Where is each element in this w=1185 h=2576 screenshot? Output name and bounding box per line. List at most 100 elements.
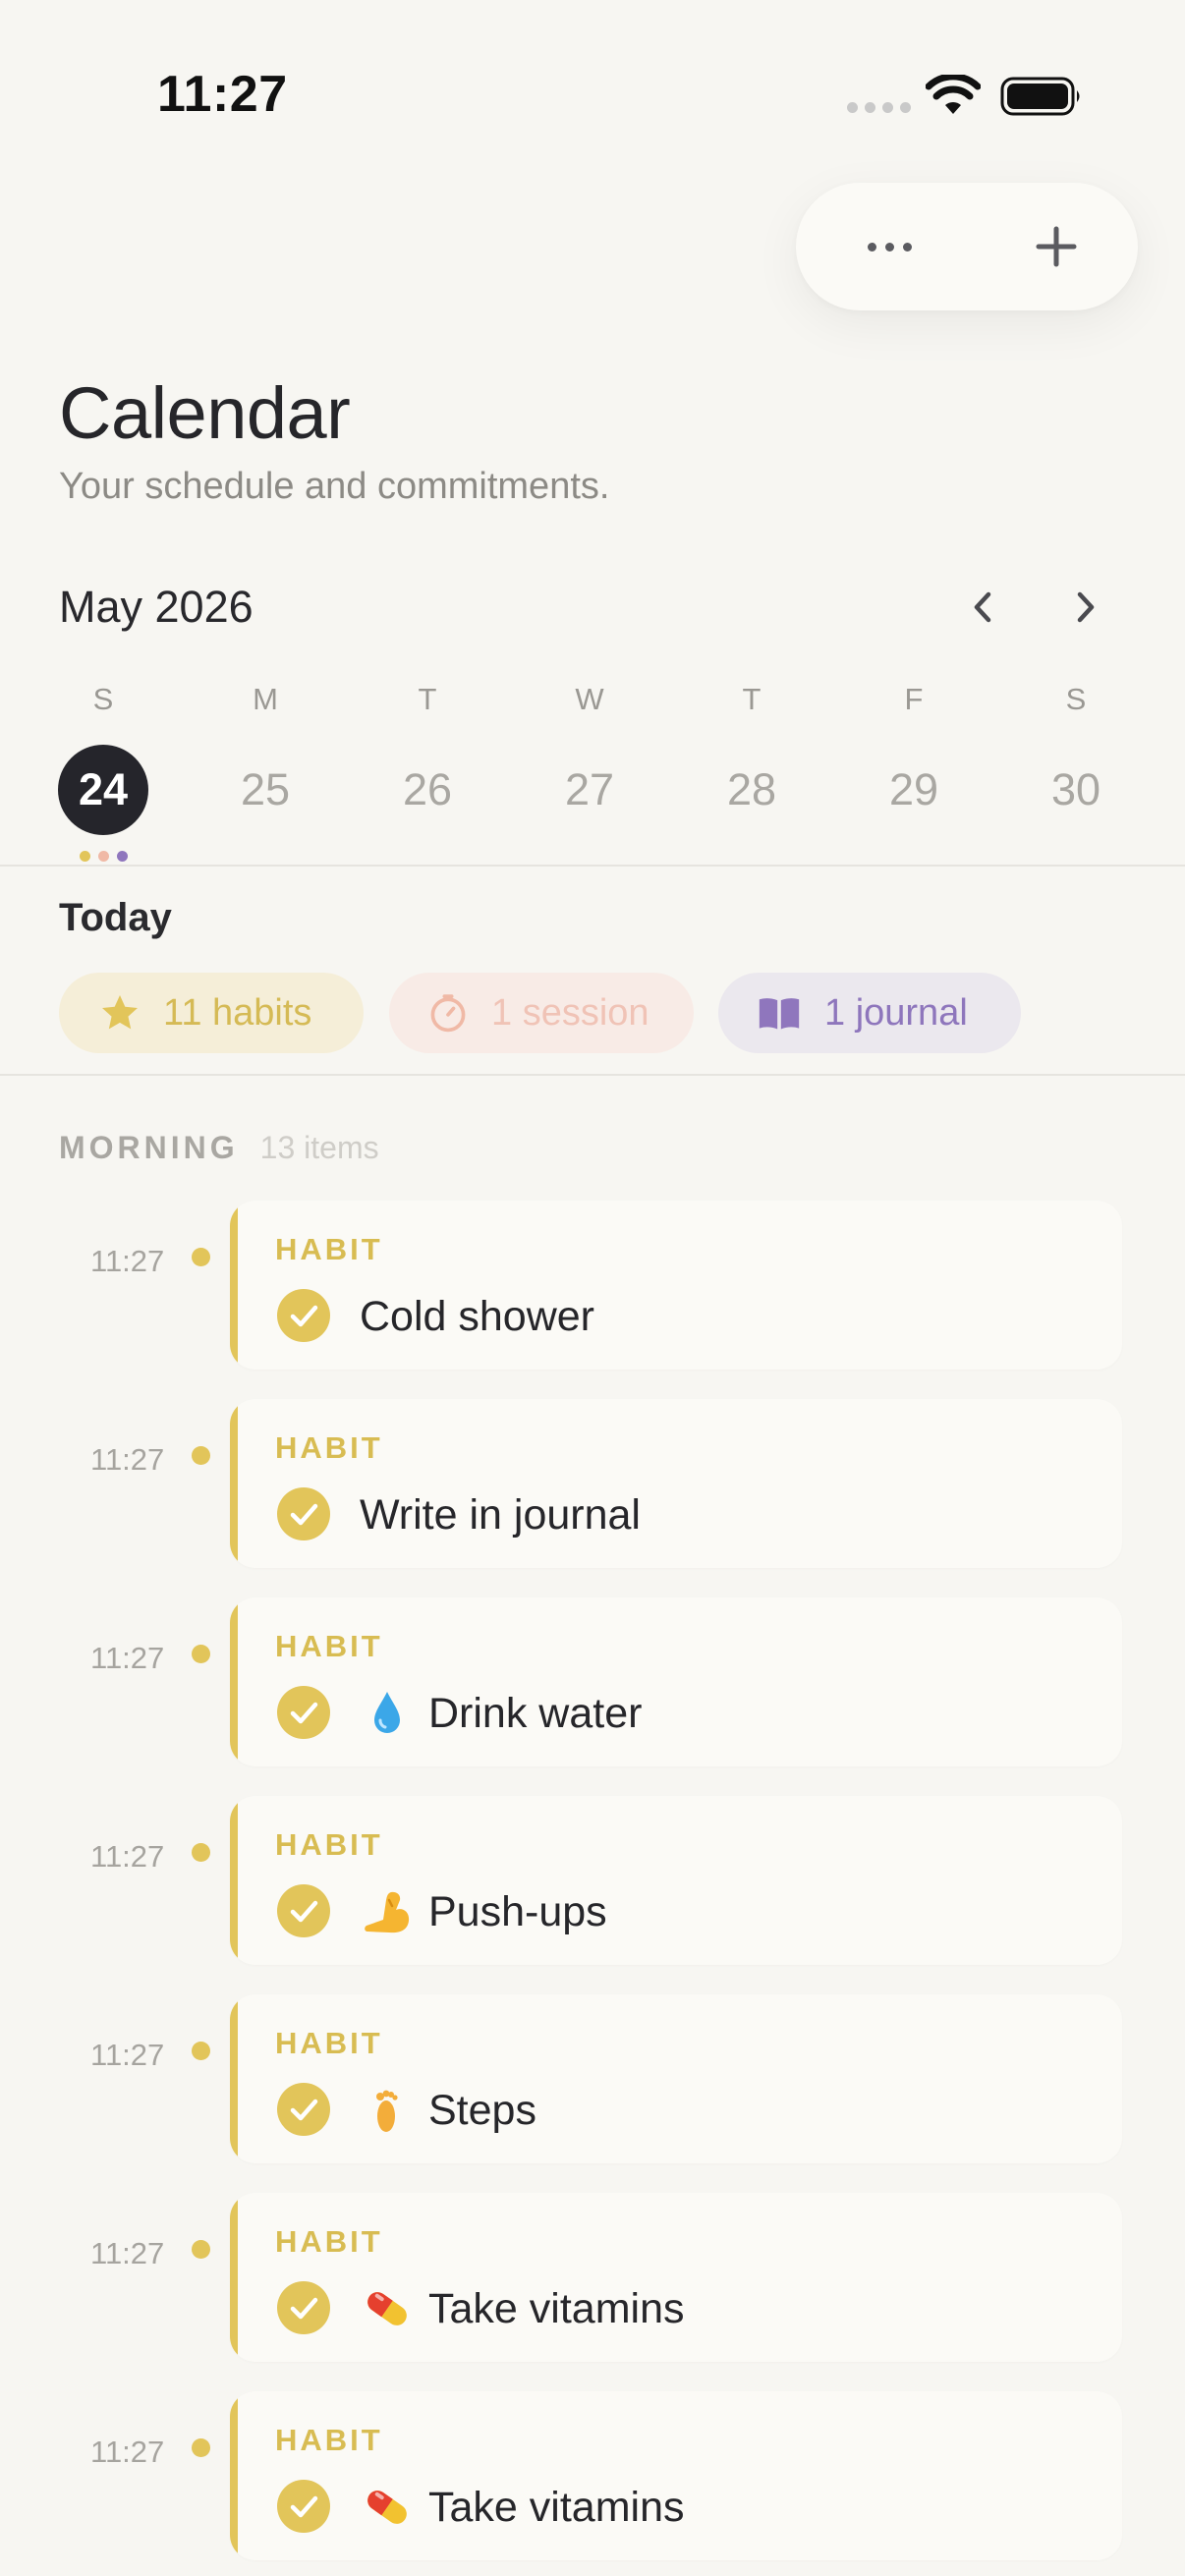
item-title: Cold shower [360,1293,594,1340]
timeline-dot [192,2042,210,2060]
item-type-label: HABIT [275,2026,383,2060]
sessions-summary-chip[interactable]: 1 session [389,973,694,1053]
day-letter: S [1065,682,1087,716]
footprint-icon [376,2090,398,2132]
item-time: 11:27 [90,2038,165,2072]
section-title: MORNING [59,1130,239,1165]
day-letter: T [742,682,762,716]
habit-card-drink-water[interactable]: HABIT Drink water [230,1597,1122,1766]
checkmark-circle-icon[interactable] [277,1487,330,1540]
day-number: 24 [58,745,148,835]
water-drop-icon [374,1692,400,1733]
previous-month-button[interactable] [953,578,1012,637]
day-sunday-24[interactable]: S 24 [34,680,172,862]
item-type-label: HABIT [275,1232,383,1266]
sessions-count-label: 1 session [491,991,649,1034]
item-title: Drink water [428,1690,643,1737]
timeline-dot [192,2240,210,2259]
today-label: Today [59,896,172,939]
item-title: Write in journal [360,1491,641,1539]
item-time: 11:27 [90,1641,165,1675]
day-saturday-30[interactable]: S 30 [1007,680,1145,835]
habit-card-take-vitamins[interactable]: HABIT Take vitamins [230,2193,1122,2362]
habits-count-label: 11 habits [163,991,312,1034]
flexed-bicep-icon [365,1891,410,1933]
day-letter: W [575,682,604,716]
day-number: 27 [564,764,615,814]
book-icon [759,998,800,1030]
day-number: 26 [402,764,453,814]
item-type-label: HABIT [275,2423,383,2457]
item-type-label: HABIT [275,1629,383,1663]
habit-card-write-in-journal[interactable]: HABIT Write in journal [230,1399,1122,1568]
timeline-dot [192,2438,210,2457]
more-options-button[interactable] [835,212,943,281]
timeline-item: 11:27 HABIT Steps [0,1994,1185,2163]
item-time: 11:27 [90,1442,165,1477]
timeline-item: 11:27 HABIT Write in journal [0,1399,1185,1568]
habit-card-push-ups[interactable]: HABIT Push-ups [230,1796,1122,1965]
month-label: May 2026 [59,582,254,632]
timeline-item: 11:27 HABIT Push-ups [0,1796,1185,1965]
section-count: 13 items [259,1130,379,1165]
checkmark-circle-icon[interactable] [277,2083,330,2136]
day-monday-25[interactable]: M 25 [197,680,334,835]
checkmark-circle-icon[interactable] [277,1289,330,1342]
item-type-label: HABIT [275,1430,383,1465]
status-bar-time: 11:27 [157,66,288,123]
timeline-dot [192,1843,210,1862]
journal-count-label: 1 journal [824,991,968,1034]
top-actions-pill [796,183,1138,310]
journal-summary-chip[interactable]: 1 journal [718,973,1021,1053]
item-title: Take vitamins [428,2285,685,2332]
cellular-signal-icon [847,102,911,113]
day-number: 25 [240,764,291,814]
day-letter: S [92,682,114,716]
add-button[interactable] [1012,212,1100,281]
checkmark-circle-icon[interactable] [277,1884,330,1937]
section-header-morning: MORNING 13 items [59,1130,379,1166]
habit-card-take-vitamins[interactable]: HABIT Take vitamins [230,2391,1122,2560]
day-number: 28 [726,764,777,814]
item-time: 11:27 [90,1839,165,1874]
summary-divider [0,1074,1185,1076]
day-event-dots [34,851,172,862]
timeline-dot [192,1248,210,1266]
item-type-label: HABIT [275,1827,383,1862]
day-letter: F [904,682,924,716]
checkmark-circle-icon[interactable] [277,1686,330,1739]
battery-icon [1000,77,1080,116]
pill-icon [367,2292,407,2325]
day-number: 29 [888,764,939,814]
page-title: Calendar [59,372,351,454]
day-wednesday-27[interactable]: W 27 [521,680,658,835]
day-friday-29[interactable]: F 29 [845,680,983,835]
item-time: 11:27 [90,2236,165,2270]
item-type-label: HABIT [275,2224,383,2259]
item-time: 11:27 [90,2435,165,2469]
item-title: Steps [428,2087,536,2134]
item-time: 11:27 [90,1244,165,1278]
day-thursday-28[interactable]: T 28 [683,680,820,835]
pill-icon [367,2491,407,2524]
timeline-item: 11:27 HABIT Take vitamins [0,2391,1185,2560]
timer-icon [430,994,466,1033]
star-icon [102,995,138,1030]
day-tuesday-26[interactable]: T 26 [359,680,496,835]
wifi-icon [926,75,981,114]
timeline-dot [192,1446,210,1465]
item-title: Push-ups [428,1888,607,1935]
timeline-item: 11:27 HABIT Take vitamins [0,2193,1185,2362]
habit-card-cold-shower[interactable]: HABIT Cold shower [230,1201,1122,1370]
habit-card-steps[interactable]: HABIT Steps [230,1994,1122,2163]
item-title: Take vitamins [428,2484,685,2531]
timeline-dot [192,1645,210,1663]
day-number: 30 [1050,764,1101,814]
next-month-button[interactable] [1056,578,1115,637]
habits-summary-chip[interactable]: 11 habits [59,973,364,1053]
page-subtitle: Your schedule and commitments. [59,466,610,507]
checkmark-circle-icon[interactable] [277,2480,330,2533]
week-divider [0,865,1185,867]
timeline-item: 11:27 HABIT Cold shower [0,1201,1185,1370]
checkmark-circle-icon[interactable] [277,2281,330,2334]
